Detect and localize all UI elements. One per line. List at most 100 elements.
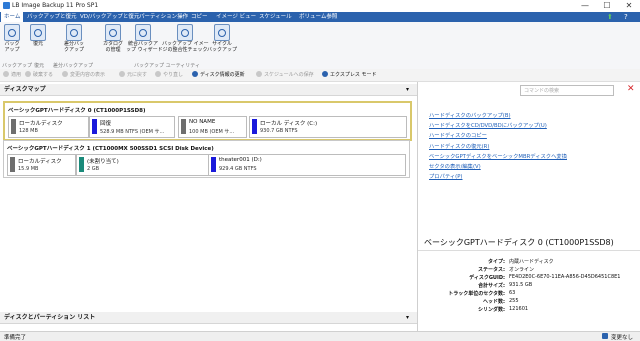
- partition-bar: [10, 157, 15, 172]
- window-title: LB Image Backup 11 Pro SP1: [12, 2, 99, 9]
- chevron-down-icon[interactable]: ▾: [406, 84, 409, 95]
- diff-backup-button[interactable]: 差分バッ クアップ: [60, 24, 88, 53]
- express-icon: [322, 71, 328, 77]
- refresh-icon: [192, 71, 198, 77]
- menu-image-view[interactable]: イメージ ビュー: [213, 12, 259, 22]
- group-diff: 差分バックアップ: [53, 63, 94, 69]
- undo-icon: [119, 71, 125, 77]
- prop-value: オンライン: [509, 267, 535, 273]
- disk-1[interactable]: ベーシックGPTハードディスク 1 (CT1000MX 500SSD1 SCSI…: [3, 140, 410, 178]
- partition-bar: [79, 157, 84, 172]
- partition-local[interactable]: ローカルディスク 128 MB: [8, 116, 89, 138]
- backup-button[interactable]: バック アップ: [2, 24, 22, 53]
- link-convert-mbr[interactable]: ベーシックGPTディスクをベーシックMBRディスクへ変換: [429, 152, 567, 160]
- command-search-input[interactable]: コマンドの検索: [520, 85, 614, 96]
- menu-home[interactable]: ホーム: [1, 12, 24, 22]
- disk-map-header[interactable]: ディスクマップ ▾: [0, 84, 417, 96]
- prop-value: 931.5 GB: [509, 282, 533, 288]
- undo-button[interactable]: 元に戻す: [119, 70, 147, 80]
- discard-button[interactable]: 破棄する: [25, 70, 53, 80]
- partition-no-name[interactable]: NO NAME 100 MB (OEM サ...: [178, 116, 247, 138]
- prop-value: FE4D2E0C-6E70-11EA-A856-D45D6451C8E1: [509, 274, 621, 280]
- disk-detail-title: ベーシックGPTハードディスク 0 (CT1000P1SSD8): [424, 238, 614, 247]
- prop-label: ステータス:: [477, 267, 505, 273]
- partition-bar: [181, 119, 186, 134]
- menu-bar: ホーム バックアップと復元 VD/バックアップと復元 パーティション操作 コピー…: [0, 12, 640, 22]
- app-icon: [3, 2, 10, 9]
- left-panel: ディスクマップ ▾ ベーシックGPTハードディスク 0 (CT1000P1SSD…: [0, 82, 418, 331]
- prop-label: トラック単位のセクタ数:: [448, 291, 505, 297]
- chevron-down-icon[interactable]: ▾: [406, 312, 409, 323]
- prop-value: 63: [509, 290, 516, 296]
- close-icon[interactable]: ✕: [627, 84, 635, 94]
- menu-schedule[interactable]: スケジュール: [256, 12, 295, 22]
- disk-title: ベーシックGPTハードディスク 1 (CT1000MX 500SSD1 SCSI…: [7, 146, 214, 152]
- prop-label: 合計サイズ:: [478, 283, 505, 289]
- discard-icon: [25, 71, 31, 77]
- maximize-button[interactable]: ☐: [596, 0, 618, 12]
- partition-bar: [252, 119, 257, 134]
- help-icon[interactable]: ?: [624, 12, 628, 22]
- prop-label: ディスクGUID:: [469, 275, 505, 281]
- prop-value: 121601: [509, 306, 529, 312]
- disk-title: ベーシックGPTハードディスク 0 (CT1000P1SSD8): [8, 108, 146, 114]
- status-icon: [602, 333, 608, 339]
- apply-button[interactable]: 適用: [3, 70, 21, 80]
- partition-bar: [11, 119, 16, 134]
- menu-backup-restore[interactable]: バックアップと復元: [24, 12, 80, 22]
- express-mode-button[interactable]: エクスプレス モード: [322, 70, 376, 80]
- partition-list-header[interactable]: ディスクとパーティション リスト ▾: [0, 312, 417, 324]
- minimize-button[interactable]: —: [574, 0, 596, 12]
- close-button[interactable]: ✕: [618, 0, 640, 12]
- wizard-icon: [135, 24, 151, 41]
- restore-button[interactable]: 復元: [28, 24, 48, 47]
- restore-icon: [30, 24, 46, 41]
- redo-button[interactable]: やり直し: [155, 70, 183, 80]
- diff-backup-icon: [66, 24, 82, 41]
- menu-partition[interactable]: パーティション操作: [136, 12, 191, 22]
- link-backup-to-media[interactable]: ハードディスクをCD/DVD/BDにバックアップ(U): [429, 121, 547, 129]
- link-sector-view[interactable]: セクタの表示/編集(V): [429, 162, 481, 170]
- ribbon: バック アップ 復元 差分バッ クアップ カタログ の管理 統合バックア ップ …: [0, 22, 640, 70]
- image-check-button[interactable]: バックアップ イメー ジの整合性チェック: [162, 24, 209, 53]
- disk-0[interactable]: ベーシックGPTハードディスク 0 (CT1000P1SSD8) ローカルディス…: [3, 101, 412, 141]
- catalog-button[interactable]: カタログ の管理: [100, 24, 126, 53]
- link-properties[interactable]: プロパティ(P): [429, 172, 463, 180]
- menu-vd-backup[interactable]: VD/バックアップと復元: [77, 12, 142, 22]
- redo-icon: [155, 71, 161, 77]
- show-changes-button[interactable]: 変更内容の表示: [62, 70, 105, 80]
- backup-icon: [4, 24, 20, 41]
- integrated-wizard-button[interactable]: 統合バックア ップ ウィザード: [126, 24, 163, 53]
- catalog-icon: [105, 24, 121, 41]
- schedule-icon: [256, 71, 262, 77]
- up-arrow-icon[interactable]: ⬆: [607, 12, 613, 22]
- title-bar: LB Image Backup 11 Pro SP1 — ☐ ✕: [0, 0, 640, 12]
- prop-value: 内蔵ハードディスク: [509, 259, 554, 265]
- link-disk-restore[interactable]: ハードディスクの復元(R): [429, 142, 489, 150]
- link-disk-backup[interactable]: ハードディスクのバックアップ(B): [429, 111, 511, 119]
- cycle-backup-icon: [214, 24, 230, 41]
- partition-recovery[interactable]: 回復 528.9 MB NTFS (OEM サ...: [89, 116, 175, 138]
- menu-copy[interactable]: コピー: [188, 12, 211, 22]
- save-schedule-button[interactable]: スケジュールへの保存: [256, 70, 314, 80]
- partition-bar: [92, 119, 97, 134]
- prop-label: シリンダ数:: [477, 307, 505, 313]
- group-utility: バックアップ ユーティリティ: [134, 63, 200, 69]
- link-disk-copy[interactable]: ハードディスクのコピー: [429, 131, 487, 139]
- divider: [418, 250, 640, 251]
- group-backup: バックアップ: [2, 63, 33, 69]
- toolbar: 適用 破棄する 変更内容の表示 元に戻す やり直し ディスク情報の更新 スケジュ…: [0, 69, 640, 82]
- prop-label: タイプ:: [488, 259, 505, 265]
- prop-value: 255: [509, 298, 519, 304]
- partition-bar: [211, 157, 216, 172]
- show-changes-icon: [62, 71, 68, 77]
- image-check-icon: [177, 24, 193, 41]
- partition-c[interactable]: ローカル ディスク (C:) 930.7 GB NTFS: [249, 116, 407, 138]
- cycle-backup-button[interactable]: サイクル バックアップ: [207, 24, 237, 53]
- menu-volume[interactable]: ボリューム参照: [296, 12, 340, 22]
- partition-d[interactable]: theater001 (D:) 929.4 GB NTFS: [208, 154, 406, 176]
- partition-unallocated[interactable]: (未割り当て) 2 GB: [76, 154, 214, 176]
- refresh-disk-button[interactable]: ディスク情報の更新: [192, 70, 245, 80]
- partition-local[interactable]: ローカルディスク 15.9 MB: [7, 154, 76, 176]
- prop-label: ヘッド数:: [483, 299, 505, 305]
